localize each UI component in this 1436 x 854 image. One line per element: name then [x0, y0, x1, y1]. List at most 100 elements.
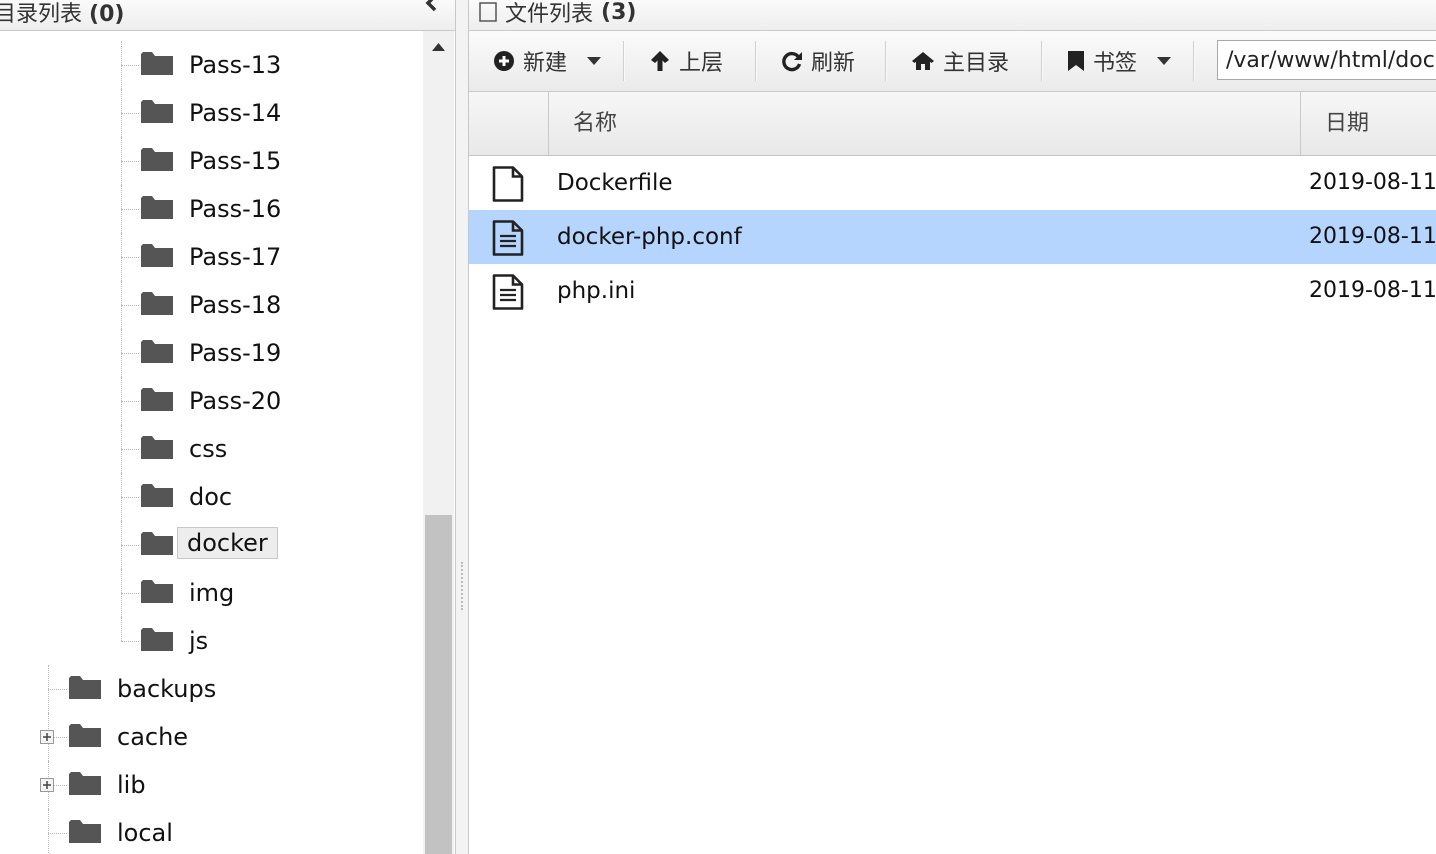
- up-level-label: 上层: [679, 51, 724, 76]
- up-level-button[interactable]: 上层: [649, 31, 723, 91]
- bookmark-button[interactable]: 书签: [1067, 31, 1172, 91]
- folder-icon: [141, 292, 173, 315]
- splitter-grip: [461, 562, 463, 610]
- caret-down-icon: [1157, 57, 1172, 65]
- arrow-up-icon: [651, 51, 669, 71]
- refresh-label: 刷新: [811, 51, 856, 76]
- tree-item-pass-13[interactable]: Pass-13: [0, 41, 422, 89]
- plus-circle-icon: [494, 51, 514, 71]
- folder-icon: [69, 724, 101, 747]
- bookmark-icon: [1068, 51, 1084, 71]
- tree-item-pass-15[interactable]: Pass-15: [0, 137, 422, 185]
- tree-item-label: css: [189, 435, 228, 463]
- file-panel: 文件列表 (3) 新建 上层 刷新 主目录 书签 /var/www/html/d…: [469, 0, 1436, 854]
- file-date: 2019-08-11: [1309, 278, 1436, 303]
- refresh-icon: [782, 51, 802, 72]
- tree-item-label: backups: [117, 675, 217, 703]
- new-button[interactable]: 新建: [493, 31, 602, 91]
- file-grid: Dockerfile 2019-08-11 docker-php.conf 20…: [469, 156, 1436, 854]
- file-panel-title: 文件列表 (3): [479, 0, 636, 28]
- directory-panel: 目录列表 (0) Pass-13 Pass-14 Pass-15 Pass-16…: [0, 0, 456, 854]
- tree-item-local[interactable]: local: [0, 809, 422, 854]
- new-button-label: 新建: [523, 51, 568, 76]
- file-outline-icon: [479, 2, 497, 22]
- folder-icon: [141, 100, 173, 123]
- tree-item-label: lib: [117, 771, 146, 799]
- file-name: docker-php.conf: [557, 224, 742, 250]
- file-row-selected[interactable]: docker-php.conf 2019-08-11: [469, 210, 1436, 264]
- tree-item-label: Pass-14: [189, 99, 282, 127]
- tree-scrollbar[interactable]: [423, 31, 454, 854]
- tree-item-label: local: [117, 819, 173, 847]
- tree-item-img[interactable]: img: [0, 569, 422, 617]
- tree-item-pass-16[interactable]: Pass-16: [0, 185, 422, 233]
- tree-item-backups[interactable]: backups: [0, 665, 422, 713]
- chevron-left-icon: [425, 0, 437, 12]
- tree-item-pass-19[interactable]: Pass-19: [0, 329, 422, 377]
- column-header-name[interactable]: 名称: [549, 92, 1300, 155]
- tree-item-js[interactable]: js: [0, 617, 422, 665]
- file-date: 2019-08-11: [1309, 170, 1436, 195]
- tree-item-label: cache: [117, 723, 189, 751]
- file-count: (3): [601, 0, 637, 25]
- refresh-button[interactable]: 刷新: [781, 31, 855, 91]
- folder-icon: [141, 196, 173, 219]
- folder-icon: [141, 436, 173, 459]
- folder-icon: [141, 388, 173, 411]
- tree-item-pass-18[interactable]: Pass-18: [0, 281, 422, 329]
- expand-plus-icon[interactable]: [40, 730, 54, 744]
- expand-plus-icon[interactable]: [40, 778, 54, 792]
- tree-item-css[interactable]: css: [0, 425, 422, 473]
- home-button[interactable]: 主目录: [911, 31, 1009, 91]
- folder-icon: [69, 772, 101, 795]
- file-grid-header: 名称 日期: [469, 92, 1436, 156]
- file-text-icon: [492, 274, 524, 310]
- file-name: php.ini: [557, 278, 636, 304]
- column-header-name-label: 名称: [573, 111, 618, 136]
- tree-item-label: Pass-13: [189, 51, 282, 79]
- tree-item-pass-14[interactable]: Pass-14: [0, 89, 422, 137]
- panel-splitter[interactable]: [456, 0, 469, 854]
- tree-item-label: Pass-20: [189, 387, 282, 415]
- tree-item-label: js: [189, 627, 209, 655]
- file-row[interactable]: php.ini 2019-08-11: [469, 264, 1436, 318]
- tree-item-label: img: [189, 579, 235, 607]
- tree-item-label: Pass-16: [189, 195, 282, 223]
- file-panel-header: 文件列表 (3): [469, 0, 1436, 31]
- tree-item-lib[interactable]: lib: [0, 761, 422, 809]
- column-header-date-label: 日期: [1325, 111, 1370, 136]
- folder-icon: [141, 484, 173, 507]
- tree-item-label-selected: docker: [177, 527, 278, 559]
- column-header-date[interactable]: 日期: [1301, 92, 1436, 155]
- tree-item-pass-17[interactable]: Pass-17: [0, 233, 422, 281]
- file-toolbar: 新建 上层 刷新 主目录 书签 /var/www/html/docker: [469, 31, 1436, 92]
- tree-item-cache[interactable]: cache: [0, 713, 422, 761]
- folder-icon: [141, 52, 173, 75]
- bookmark-label: 书签: [1093, 51, 1138, 76]
- tree-item-label: Pass-19: [189, 339, 282, 367]
- path-input[interactable]: [1217, 40, 1436, 80]
- collapse-panel-button[interactable]: [418, 0, 446, 28]
- folder-icon: [141, 628, 173, 651]
- directory-panel-title: 目录列表 (0): [0, 0, 124, 28]
- scroll-up-button[interactable]: [423, 31, 454, 61]
- tree-item-doc[interactable]: doc: [0, 473, 422, 521]
- tree-item-label: doc: [189, 483, 233, 511]
- file-name: Dockerfile: [557, 170, 673, 196]
- home-label: 主目录: [943, 51, 1010, 76]
- caret-down-icon: [587, 57, 602, 65]
- tree-item-pass-20[interactable]: Pass-20: [0, 377, 422, 425]
- tree-item-label: Pass-17: [189, 243, 282, 271]
- file-panel-title-text: 文件列表: [505, 2, 594, 27]
- folder-icon: [141, 148, 173, 171]
- folder-icon: [141, 580, 173, 603]
- tree-item-label: Pass-18: [189, 291, 282, 319]
- directory-count: (0): [89, 2, 125, 27]
- folder-icon: [141, 340, 173, 363]
- file-blank-icon: [492, 166, 524, 202]
- file-row[interactable]: Dockerfile 2019-08-11: [469, 156, 1436, 210]
- triangle-up-icon: [432, 43, 445, 51]
- home-icon: [912, 52, 934, 70]
- scroll-thumb[interactable]: [425, 515, 452, 854]
- tree-item-docker[interactable]: docker: [0, 521, 422, 569]
